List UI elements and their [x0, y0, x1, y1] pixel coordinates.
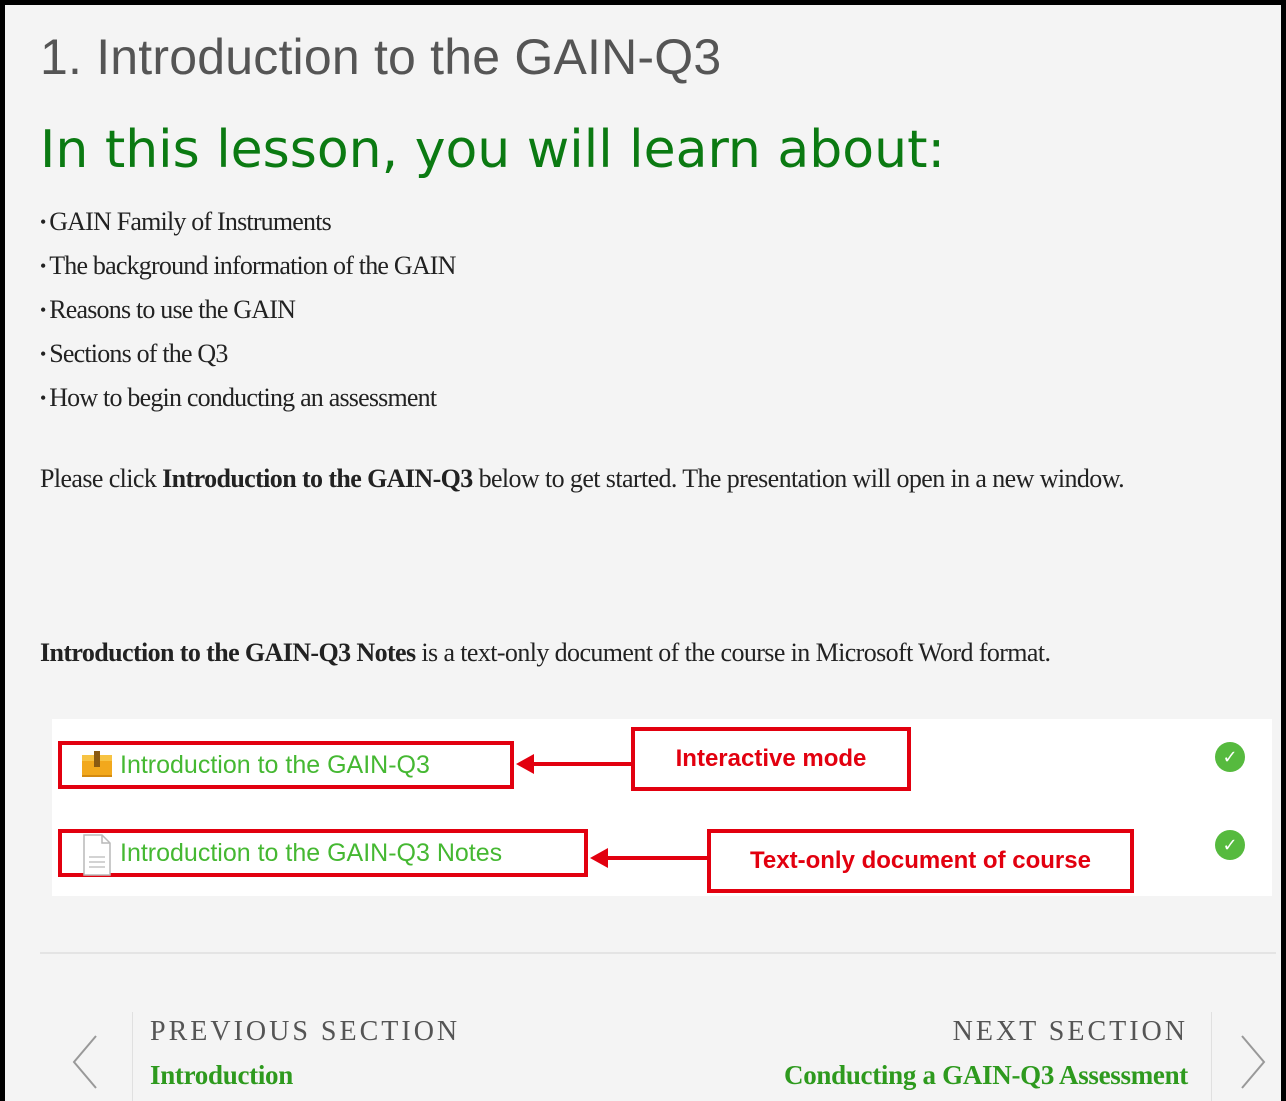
notes-bold: Introduction to the GAIN-Q3 Notes: [40, 638, 416, 667]
document-icon: [62, 833, 120, 876]
activity-link-notes[interactable]: Introduction to the GAIN-Q3 Notes: [58, 829, 588, 877]
chevron-left-icon[interactable]: [70, 1032, 100, 1092]
intro-prefix: Please click: [40, 464, 163, 493]
notes-suffix: is a text-only document of the course in…: [415, 638, 1051, 667]
lesson-heading: In this lesson, you will learn about:: [40, 120, 945, 180]
package-icon: [62, 745, 120, 785]
objective-item: The background information of the GAIN: [40, 244, 456, 288]
callout-text-only: Text-only document of course: [707, 829, 1134, 893]
activity-link-interactive[interactable]: Introduction to the GAIN-Q3: [58, 741, 514, 789]
next-section-label: Next Section: [952, 1016, 1188, 1047]
objective-item: Sections of the Q3: [40, 332, 456, 376]
objective-item: How to begin conducting an assessment: [40, 376, 456, 420]
activity-label: Introduction to the GAIN-Q3 Notes: [120, 838, 503, 867]
page-title: 1. Introduction to the GAIN-Q3: [40, 29, 722, 85]
next-section-link[interactable]: Conducting a GAIN-Q3 Assessment: [784, 1060, 1188, 1091]
previous-section-label: Previous Section: [150, 1016, 461, 1047]
completion-check-icon: ✓: [1215, 742, 1245, 772]
divider: [40, 952, 1276, 954]
intro-suffix: below to get started. The presentation w…: [472, 464, 1125, 493]
objective-item: Reasons to use the GAIN: [40, 288, 456, 332]
previous-section-link[interactable]: Introduction: [150, 1060, 293, 1091]
objective-item: GAIN Family of Instruments: [40, 200, 456, 244]
intro-paragraph: Please click Introduction to the GAIN-Q3…: [40, 458, 1220, 500]
activity-label: Introduction to the GAIN-Q3: [120, 750, 430, 779]
chevron-right-icon[interactable]: [1238, 1032, 1268, 1092]
notes-paragraph: Introduction to the GAIN-Q3 Notes is a t…: [40, 632, 1270, 674]
completion-check-icon: ✓: [1215, 830, 1245, 860]
objectives-list: GAIN Family of Instruments The backgroun…: [40, 200, 456, 420]
callout-interactive-mode: Interactive mode: [631, 727, 911, 791]
intro-bold: Introduction to the GAIN-Q3: [162, 464, 473, 493]
